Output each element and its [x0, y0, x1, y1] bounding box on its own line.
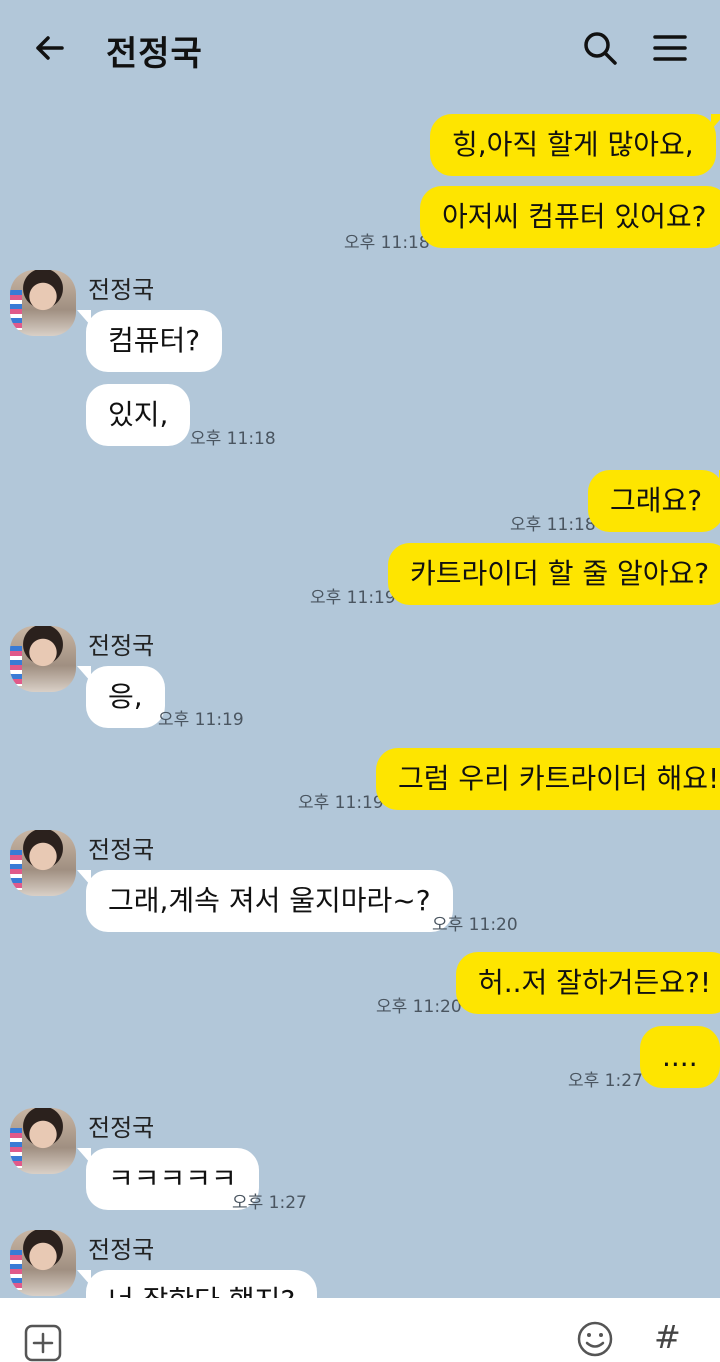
chat-header: 전정국	[0, 0, 720, 100]
sender-name: 전정국	[88, 836, 155, 864]
other-message[interactable]: 있지,	[86, 384, 191, 446]
my-message[interactable]: 힝,아직 할게 많아요,	[430, 114, 720, 176]
sender-name: 전정국	[88, 1236, 155, 1264]
my-message[interactable]: 그래요?	[588, 470, 720, 532]
search-button[interactable]	[580, 28, 620, 68]
avatar[interactable]	[10, 1108, 76, 1174]
message-time: 오후 11:18	[510, 515, 596, 535]
message-time: 오후 11:18	[190, 429, 276, 449]
message-time: 오후 11:19	[298, 793, 384, 813]
message-time: 오후 1:27	[232, 1193, 307, 1213]
other-message[interactable]: 컴퓨터?	[76, 310, 223, 372]
menu-button[interactable]	[650, 28, 690, 68]
plus-square-icon	[24, 1324, 62, 1362]
avatar[interactable]	[10, 626, 76, 692]
message-time: 오후 11:19	[310, 588, 396, 608]
message-time: 오후 11:20	[432, 915, 518, 935]
hashtag-button[interactable]: #	[654, 1318, 681, 1356]
message-time: 오후 11:20	[376, 997, 462, 1017]
emoji-button[interactable]	[576, 1320, 614, 1358]
emoji-icon	[577, 1321, 613, 1357]
message-time: 오후 11:19	[158, 710, 244, 730]
avatar[interactable]	[10, 1230, 76, 1296]
my-message[interactable]: ....	[640, 1026, 720, 1088]
my-message[interactable]: 허..저 잘하거든요?!	[456, 952, 720, 1014]
avatar[interactable]	[10, 270, 76, 336]
other-message[interactable]: 응,	[77, 666, 165, 728]
arrow-left-icon	[36, 36, 64, 60]
my-message[interactable]: 그럼 우리 카트라이더 해요!	[376, 748, 720, 810]
composer-bar: #	[0, 1298, 720, 1362]
sender-name: 전정국	[88, 276, 155, 304]
my-message[interactable]: 아저씨 컴퓨터 있어요?	[420, 186, 720, 248]
message-time: 오후 1:27	[568, 1071, 643, 1091]
sender-name: 전정국	[88, 632, 155, 660]
menu-icon	[653, 35, 687, 61]
message-time: 오후 11:18	[344, 233, 430, 253]
avatar[interactable]	[10, 830, 76, 896]
other-message[interactable]: 그래,계속 져서 울지마라~?	[77, 870, 453, 932]
attach-button[interactable]	[24, 1324, 62, 1362]
my-message[interactable]: 카트라이더 할 줄 알아요?	[388, 543, 720, 605]
sender-name: 전정국	[88, 1114, 155, 1142]
back-button[interactable]	[30, 28, 70, 68]
chat-title: 전정국	[106, 34, 203, 74]
search-icon	[584, 32, 617, 65]
